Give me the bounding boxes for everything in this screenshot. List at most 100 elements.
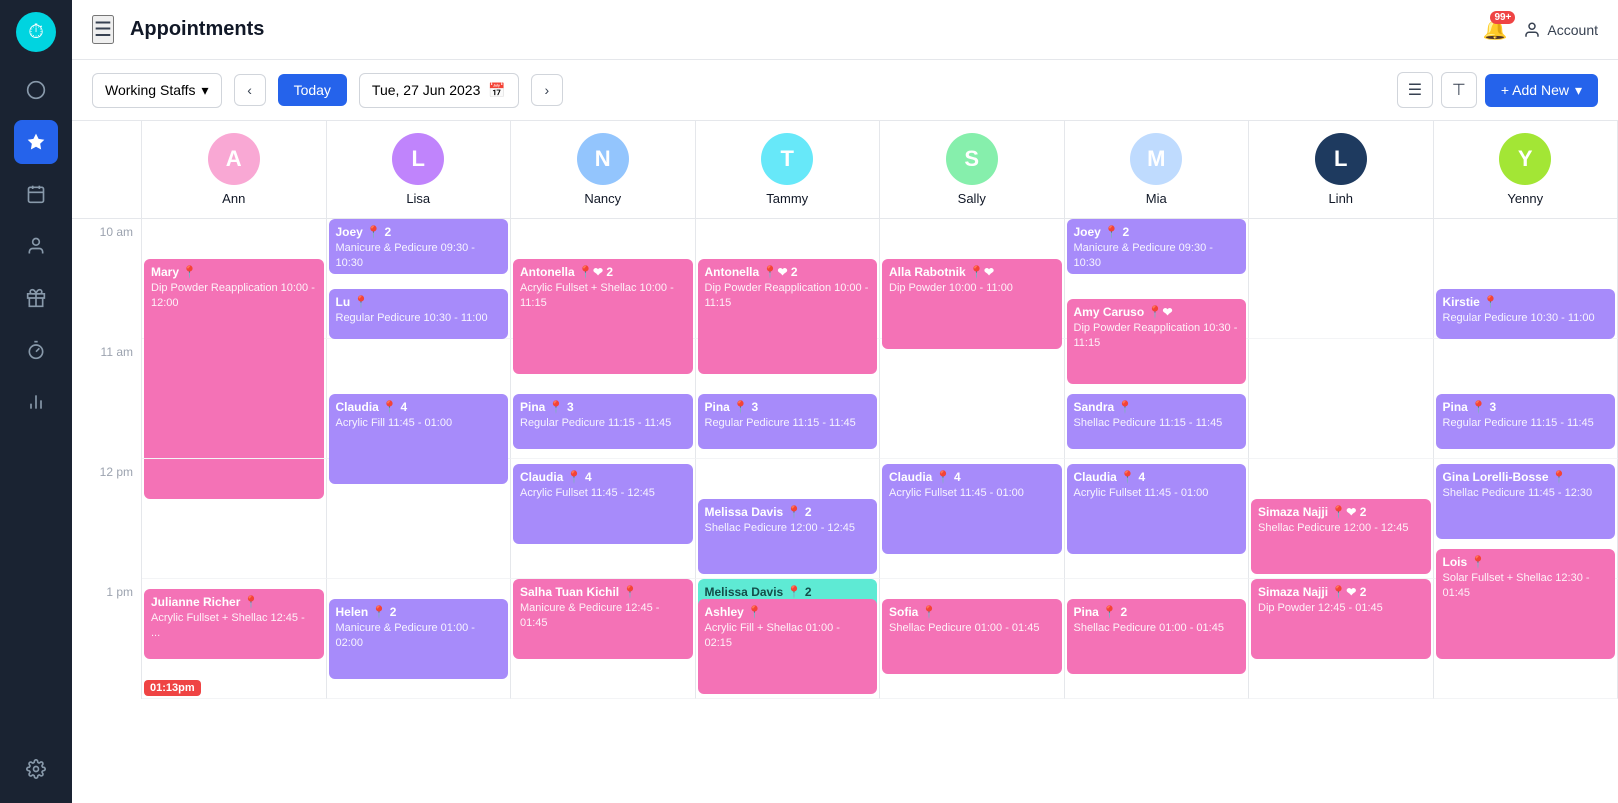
appointment-card[interactable]: Claudia 📍 4 Acrylic Fullset 11:45 - 01:0… [882, 464, 1062, 554]
time-label-3: 1 pm [72, 579, 142, 699]
staff-header-nancy: N Nancy [511, 121, 696, 219]
cal-cell-nancy-2[interactable]: Claudia 📍 4 Acrylic Fullset 11:45 - 12:4… [511, 459, 696, 579]
cal-cell-linh-0[interactable] [1249, 219, 1434, 339]
cal-cell-ann-2[interactable] [142, 459, 327, 579]
cal-cell-linh-1[interactable] [1249, 339, 1434, 459]
appointment-card[interactable]: Pina 📍 2 Shellac Pedicure 01:00 - 01:45 [1067, 599, 1247, 674]
appt-detail: Regular Pedicure 11:15 - 11:45 [1443, 416, 1609, 431]
cal-cell-sally-3[interactable]: Sofia 📍 Shellac Pedicure 01:00 - 01:45 [880, 579, 1065, 699]
appointment-card[interactable]: Alla Rabotnik 📍❤ Dip Powder 10:00 - 11:0… [882, 259, 1062, 349]
cal-cell-ann-0[interactable]: Mary 📍 Dip Powder Reapplication 10:00 - … [142, 219, 327, 339]
cal-cell-nancy-1[interactable]: Pina 📍 3 Regular Pedicure 11:15 - 11:45 [511, 339, 696, 459]
appt-name: Amy Caruso 📍❤ [1074, 304, 1240, 321]
account-button[interactable]: Account [1523, 21, 1598, 39]
appointment-card[interactable]: Kirstie 📍 Regular Pedicure 10:30 - 11:00 [1436, 289, 1616, 339]
chevron-down-icon: ▾ [202, 82, 209, 99]
staff-header-linh: L Linh [1249, 121, 1434, 219]
cal-cell-nancy-3[interactable]: Salha Tuan Kichil 📍 Manicure & Pedicure … [511, 579, 696, 699]
appointment-card[interactable]: Joey 📍 2 Manicure & Pedicure 09:30 - 10:… [1067, 219, 1247, 274]
sidebar-item-calendar[interactable] [14, 172, 58, 216]
appt-detail: Shellac Pedicure 01:00 - 01:45 [1074, 621, 1240, 636]
sidebar-item-timer[interactable] [14, 328, 58, 372]
menu-button[interactable]: ☰ [92, 15, 114, 44]
appointment-card[interactable]: Helen 📍 2 Manicure & Pedicure 01:00 - 02… [329, 599, 509, 679]
cal-cell-linh-2[interactable]: Simaza Najji 📍❤ 2 Shellac Pedicure 12:00… [1249, 459, 1434, 579]
staff-avatar-nancy: N [577, 133, 629, 185]
appt-name: Joey 📍 2 [1074, 224, 1240, 241]
cal-cell-ann-3[interactable]: Julianne Richer 📍 Acrylic Fullset + Shel… [142, 579, 327, 699]
appt-name: Joey 📍 2 [336, 224, 502, 241]
sidebar-item-settings[interactable] [14, 747, 58, 791]
today-button[interactable]: Today [278, 74, 347, 106]
appt-name: Lu 📍 [336, 294, 502, 311]
appt-name: Simaza Najji 📍❤ 2 [1258, 584, 1424, 601]
appointment-card[interactable]: Julianne Richer 📍 Acrylic Fullset + Shel… [144, 589, 324, 659]
cal-cell-mia-2[interactable]: Claudia 📍 4 Acrylic Fullset 11:45 - 01:0… [1065, 459, 1250, 579]
cal-cell-lisa-3[interactable]: Helen 📍 2 Manicure & Pedicure 01:00 - 02… [327, 579, 512, 699]
appointment-card[interactable]: Simaza Najji 📍❤ 2 Dip Powder 12:45 - 01:… [1251, 579, 1431, 659]
cal-cell-yenny-1[interactable]: Pina 📍 3 Regular Pedicure 11:15 - 11:45 [1434, 339, 1618, 459]
appt-name: Salha Tuan Kichil 📍 [520, 584, 686, 601]
appointment-card[interactable]: Pina 📍 3 Regular Pedicure 11:15 - 11:45 [1436, 394, 1616, 449]
cal-cell-tammy-3[interactable]: Melissa Davis 📍 2 Eyebrow 12:45 - 01:00 … [696, 579, 881, 699]
appt-detail: Shellac Pedicure 12:00 - 12:45 [705, 521, 871, 536]
calendar-container[interactable]: A Ann L Lisa N Nancy T Tammy S Sally M M… [72, 121, 1618, 803]
appointment-card[interactable]: Simaza Najji 📍❤ 2 Shellac Pedicure 12:00… [1251, 499, 1431, 574]
appointment-card[interactable]: Pina 📍 3 Regular Pedicure 11:15 - 11:45 [513, 394, 693, 449]
cal-cell-nancy-0[interactable]: Antonella 📍❤ 2 Acrylic Fullset + Shellac… [511, 219, 696, 339]
appointment-card[interactable]: Claudia 📍 4 Acrylic Fullset 11:45 - 12:4… [513, 464, 693, 544]
cal-cell-tammy-0[interactable]: Antonella 📍❤ 2 Dip Powder Reapplication … [696, 219, 881, 339]
notification-button[interactable]: 🔔 99+ [1483, 17, 1508, 42]
current-date: Tue, 27 Jun 2023 [372, 82, 480, 98]
appt-detail: Manicure & Pedicure 12:45 - 01:45 [520, 601, 686, 632]
sidebar-item-services[interactable] [14, 276, 58, 320]
cal-cell-sally-1[interactable] [880, 339, 1065, 459]
cal-cell-linh-3[interactable]: Simaza Najji 📍❤ 2 Dip Powder 12:45 - 01:… [1249, 579, 1434, 699]
cal-cell-lisa-2[interactable] [327, 459, 512, 579]
cal-cell-yenny-3[interactable] [1434, 579, 1618, 699]
sidebar-item-check[interactable] [14, 68, 58, 112]
cal-cell-mia-0[interactable]: Joey 📍 2 Manicure & Pedicure 09:30 - 10:… [1065, 219, 1250, 339]
staff-avatar-mia: M [1130, 133, 1182, 185]
cal-cell-lisa-1[interactable]: Claudia 📍 4 Acrylic Fill 11:45 - 01:00 [327, 339, 512, 459]
appt-detail: Shellac Pedicure 11:45 - 12:30 [1443, 486, 1609, 501]
cal-cell-sally-2[interactable]: Claudia 📍 4 Acrylic Fullset 11:45 - 01:0… [880, 459, 1065, 579]
appointment-card[interactable]: Claudia 📍 4 Acrylic Fullset 11:45 - 01:0… [1067, 464, 1247, 554]
cal-cell-tammy-1[interactable]: Pina 📍 3 Regular Pedicure 11:15 - 11:45 [696, 339, 881, 459]
appointment-card[interactable]: Pina 📍 3 Regular Pedicure 11:15 - 11:45 [698, 394, 878, 449]
cal-cell-yenny-0[interactable]: Kirstie 📍 Regular Pedicure 10:30 - 11:00 [1434, 219, 1618, 339]
sidebar-item-clients[interactable] [14, 224, 58, 268]
cal-cell-ann-1[interactable] [142, 339, 327, 459]
appointment-card[interactable]: Sofia 📍 Shellac Pedicure 01:00 - 01:45 [882, 599, 1062, 674]
appointment-card[interactable]: Lu 📍 Regular Pedicure 10:30 - 11:00 [329, 289, 509, 339]
appointment-card[interactable]: Ashley 📍 Acrylic Fill + Shellac 01:00 - … [698, 599, 878, 694]
appointment-card[interactable]: Gina Lorelli-Bosse 📍 Shellac Pedicure 11… [1436, 464, 1616, 539]
sidebar-item-reports[interactable] [14, 380, 58, 424]
cal-cell-mia-1[interactable]: Sandra 📍 Shellac Pedicure 11:15 - 11:45 [1065, 339, 1250, 459]
appt-name: Mary 📍 [151, 264, 317, 281]
cal-cell-mia-3[interactable]: Pina 📍 2 Shellac Pedicure 01:00 - 01:45 [1065, 579, 1250, 699]
sidebar-item-appointments[interactable] [14, 120, 58, 164]
app-logo[interactable]: ⏱ [16, 12, 56, 52]
add-new-button[interactable]: + Add New ▾ [1485, 74, 1598, 107]
cal-cell-tammy-2[interactable]: Melissa Davis 📍 2 Shellac Pedicure 12:00… [696, 459, 881, 579]
prev-date-button[interactable]: ‹ [234, 74, 266, 106]
staff-avatar-ann: A [208, 133, 260, 185]
appt-name: Alla Rabotnik 📍❤ [889, 264, 1055, 281]
filter-button[interactable]: ⊤ [1441, 72, 1477, 108]
staff-filter-dropdown[interactable]: Working Staffs ▾ [92, 73, 222, 108]
cal-cell-lisa-0[interactable]: Joey 📍 2 Manicure & Pedicure 09:30 - 10:… [327, 219, 512, 339]
cal-cell-yenny-2[interactable]: Gina Lorelli-Bosse 📍 Shellac Pedicure 11… [1434, 459, 1618, 579]
time-label-0: 10 am [72, 219, 142, 339]
appt-name: Simaza Najji 📍❤ 2 [1258, 504, 1424, 521]
appt-name: Lois 📍 [1443, 554, 1609, 571]
next-date-button[interactable]: › [531, 74, 563, 106]
appointment-card[interactable]: Sandra 📍 Shellac Pedicure 11:15 - 11:45 [1067, 394, 1247, 449]
cal-cell-sally-0[interactable]: Alla Rabotnik 📍❤ Dip Powder 10:00 - 11:0… [880, 219, 1065, 339]
appointment-card[interactable]: Salha Tuan Kichil 📍 Manicure & Pedicure … [513, 579, 693, 659]
list-view-button[interactable]: ☰ [1397, 72, 1433, 108]
appt-detail: Manicure & Pedicure 09:30 - 10:30 [1074, 241, 1240, 272]
appt-detail: Dip Powder 10:00 - 11:00 [889, 281, 1055, 296]
appointment-card[interactable]: Joey 📍 2 Manicure & Pedicure 09:30 - 10:… [329, 219, 509, 274]
appointment-card[interactable]: Melissa Davis 📍 2 Shellac Pedicure 12:00… [698, 499, 878, 574]
